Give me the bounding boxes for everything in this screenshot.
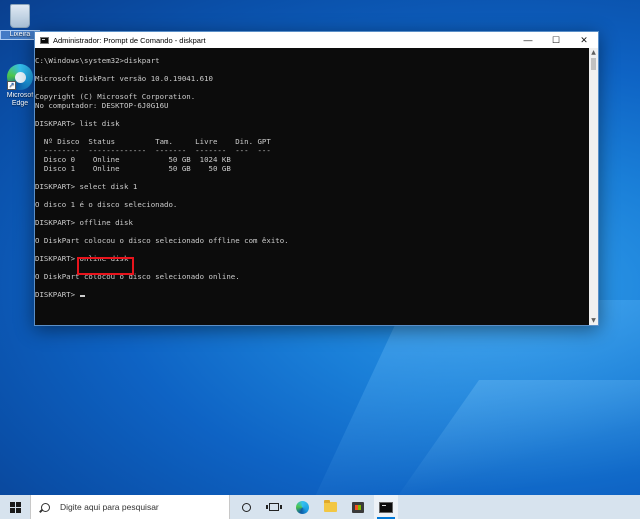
console-line: O disco 1 é o disco selecionado. xyxy=(35,200,590,209)
taskbar-file-explorer[interactable] xyxy=(318,495,342,519)
scroll-thumb[interactable] xyxy=(591,58,596,70)
minimize-button[interactable]: — xyxy=(514,32,542,48)
text-cursor xyxy=(80,295,85,297)
console-output[interactable]: C:\Windows\system32>diskpart Microsoft Di… xyxy=(35,48,590,325)
console-line: DISKPART> list disk xyxy=(35,119,590,128)
console-line xyxy=(35,191,590,200)
console-line: Disco 0 Online 50 GB 1024 KB xyxy=(35,155,590,164)
console-line: Disco 1 Online 50 GB 50 GB xyxy=(35,164,590,173)
scroll-down-icon[interactable]: ▼ xyxy=(589,316,598,325)
maximize-button[interactable]: ☐ xyxy=(542,32,570,48)
console-line xyxy=(35,209,590,218)
taskbar-command-prompt[interactable] xyxy=(374,495,398,519)
console-line: O DiskPart colocou o disco selecionado o… xyxy=(35,236,590,245)
console-line: Microsoft DiskPart versão 10.0.19041.610 xyxy=(35,74,590,83)
recycle-bin-icon xyxy=(10,4,30,28)
cortana-button[interactable] xyxy=(234,495,258,519)
console-line xyxy=(35,245,590,254)
console-line: DISKPART> xyxy=(35,290,590,299)
console-line xyxy=(35,281,590,290)
console-line: -------- ------------- ------- ------- -… xyxy=(35,146,590,155)
search-icon xyxy=(41,503,50,512)
close-button[interactable]: ✕ xyxy=(570,32,598,48)
console-line: DISKPART> offline disk xyxy=(35,218,590,227)
highlight-box xyxy=(77,257,134,275)
store-icon xyxy=(352,502,364,513)
cmd-icon xyxy=(379,502,393,513)
command-prompt-window[interactable]: Administrador: Prompt de Comando - diskp… xyxy=(34,31,599,326)
console-line: No computador: DESKTOP-6J0G16U xyxy=(35,101,590,110)
vertical-scrollbar[interactable]: ▲ ▼ xyxy=(589,48,598,325)
console-line xyxy=(35,227,590,236)
console-line xyxy=(35,83,590,92)
taskbar: Digite aqui para pesquisar xyxy=(0,495,640,519)
taskbar-store[interactable] xyxy=(346,495,370,519)
console-line: C:\Windows\system32>diskpart xyxy=(35,56,590,65)
edge-icon: ↗ xyxy=(7,64,33,90)
shortcut-arrow-icon: ↗ xyxy=(7,81,16,90)
console-line xyxy=(35,128,590,137)
console-line xyxy=(35,173,590,182)
cortana-icon xyxy=(242,503,251,512)
cmd-icon xyxy=(40,37,49,44)
start-button[interactable] xyxy=(0,495,30,519)
windows-logo-icon xyxy=(10,502,21,513)
search-placeholder: Digite aqui para pesquisar xyxy=(60,502,159,512)
window-titlebar[interactable]: Administrador: Prompt de Comando - diskp… xyxy=(35,32,598,48)
console-line: Copyright (C) Microsoft Corporation. xyxy=(35,92,590,101)
scroll-up-icon[interactable]: ▲ xyxy=(589,48,598,57)
taskbar-search-box[interactable]: Digite aqui para pesquisar xyxy=(30,495,230,519)
console-line: DISKPART> select disk 1 xyxy=(35,182,590,191)
taskbar-edge[interactable] xyxy=(290,495,314,519)
console-line xyxy=(35,65,590,74)
task-view-button[interactable] xyxy=(262,495,286,519)
folder-icon xyxy=(324,502,337,512)
window-title: Administrador: Prompt de Comando - diskp… xyxy=(53,36,514,45)
task-view-icon xyxy=(269,503,279,511)
console-line: Nº Disco Status Tam. Livre Din. GPT xyxy=(35,137,590,146)
edge-icon xyxy=(296,501,309,514)
console-line xyxy=(35,110,590,119)
